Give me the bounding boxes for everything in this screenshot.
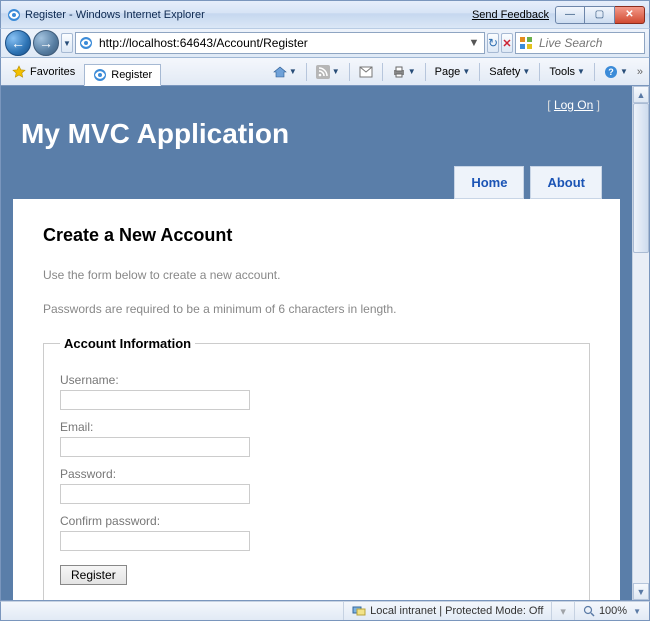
print-icon [392, 65, 406, 79]
status-bar: Local intranet | Protected Mode: Off ▾ 1… [0, 601, 650, 621]
page-heading: Create a New Account [43, 225, 590, 246]
home-icon [273, 65, 287, 79]
back-button[interactable]: ← [5, 30, 31, 56]
mail-icon-button[interactable] [354, 62, 378, 82]
tab-home[interactable]: Home [454, 166, 524, 199]
help-icon: ? [604, 65, 618, 79]
mail-icon [359, 66, 373, 78]
main-panel: Create a New Account Use the form below … [13, 199, 620, 600]
command-bar: Favorites Register ▼ ▼ ▼ Page▼ Safety▼ T… [0, 58, 650, 86]
print-icon-button[interactable]: ▼ [387, 62, 421, 82]
username-input[interactable] [60, 390, 250, 410]
tab-label: Register [111, 69, 152, 81]
scroll-down-button[interactable]: ▼ [633, 583, 649, 600]
star-icon [12, 65, 26, 79]
maximize-button[interactable]: ▢ [585, 6, 615, 24]
fieldset-legend: Account Information [60, 336, 195, 351]
svg-text:?: ? [608, 67, 614, 77]
username-label: Username: [60, 373, 573, 387]
confirm-password-label: Confirm password: [60, 514, 573, 528]
nav-history-dropdown[interactable]: ▼ [61, 33, 73, 53]
minimize-button[interactable]: — [555, 6, 585, 24]
confirm-password-input[interactable] [60, 531, 250, 551]
window-buttons: — ▢ ✕ [555, 6, 645, 24]
address-dropdown-icon[interactable]: ▼ [467, 36, 481, 50]
email-input[interactable] [60, 437, 250, 457]
page-menu[interactable]: Page▼ [430, 62, 476, 82]
intro-text: Use the form below to create a new accou… [43, 268, 590, 282]
home-icon-button[interactable]: ▼ [268, 62, 302, 82]
safety-menu[interactable]: Safety▼ [484, 62, 535, 82]
login-area: [ Log On ] [13, 86, 620, 112]
tools-menu[interactable]: Tools▼ [544, 62, 590, 82]
nav-toolbar: ← → ▼ ▼ ↻ ✕ [0, 28, 650, 58]
nav-tabs: Home About [13, 166, 620, 199]
overflow-chevron-icon[interactable]: » [635, 66, 645, 78]
register-button[interactable]: Register [60, 565, 127, 585]
email-label: Email: [60, 420, 573, 434]
forward-button[interactable]: → [33, 30, 59, 56]
page-content: [ Log On ] My MVC Application Home About… [1, 86, 632, 600]
stop-button[interactable]: ✕ [501, 33, 513, 53]
scroll-up-button[interactable]: ▲ [633, 86, 649, 103]
ie-page-icon [79, 36, 93, 50]
tab-about[interactable]: About [530, 166, 602, 199]
rss-icon [316, 65, 330, 79]
help-icon-button[interactable]: ?▼ [599, 62, 633, 82]
scroll-track[interactable] [633, 253, 649, 583]
url-input[interactable] [97, 35, 463, 51]
zoom-icon [583, 605, 595, 617]
title-bar: Register - Windows Internet Explorer Sen… [0, 0, 650, 28]
send-feedback-link[interactable]: Send Feedback [472, 9, 549, 21]
ie-favicon [7, 8, 21, 22]
status-sep[interactable]: ▾ [551, 602, 574, 620]
scroll-thumb[interactable] [633, 103, 649, 253]
password-label: Password: [60, 467, 573, 481]
address-bar[interactable]: ▼ [75, 32, 485, 54]
vertical-scrollbar[interactable]: ▲ ▼ [632, 86, 649, 600]
status-zone: Local intranet | Protected Mode: Off [343, 602, 551, 620]
search-box[interactable] [515, 32, 645, 54]
close-button[interactable]: ✕ [615, 6, 645, 24]
ie-tab-icon [93, 68, 107, 82]
browser-tab[interactable]: Register [84, 64, 161, 86]
log-on-link[interactable]: Log On [554, 98, 593, 112]
refresh-button[interactable]: ↻ [487, 33, 499, 53]
account-info-fieldset: Account Information Username: Email: Pas… [43, 336, 590, 600]
live-search-icon [519, 36, 533, 50]
zoom-control[interactable]: 100% ▼ [574, 602, 649, 620]
feeds-icon-button[interactable]: ▼ [311, 62, 345, 82]
viewport: [ Log On ] My MVC Application Home About… [0, 86, 650, 601]
app-title: My MVC Application [21, 118, 612, 150]
favorites-label: Favorites [30, 66, 75, 78]
favorites-button[interactable]: Favorites [5, 62, 82, 82]
window-title: Register - Windows Internet Explorer [25, 9, 472, 21]
intranet-icon [352, 604, 366, 618]
status-empty [1, 602, 343, 620]
password-hint: Passwords are required to be a minimum o… [43, 302, 590, 316]
search-input[interactable] [537, 35, 650, 51]
password-input[interactable] [60, 484, 250, 504]
